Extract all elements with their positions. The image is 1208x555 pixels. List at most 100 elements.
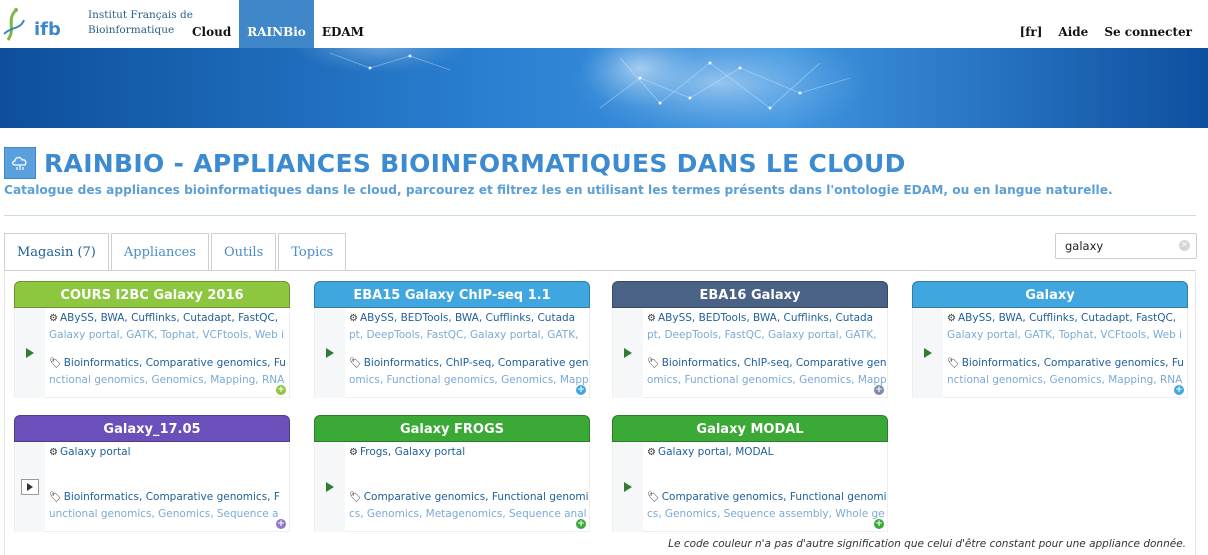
nav-cloud[interactable]: Cloud xyxy=(184,0,239,48)
play-icon xyxy=(26,348,34,358)
launch-appliance-button[interactable] xyxy=(913,308,943,398)
topics-line2[interactable]: omics, Functional genomics, Genomics, Ma… xyxy=(647,374,887,386)
appliance-tools: ⚙ Galaxy portal, MODAL xyxy=(647,444,887,476)
tab-outils[interactable]: Outils xyxy=(211,233,277,270)
appliance-body: ⚙ Frogs, Galaxy portal 🏷 Comparative genomi… xyxy=(314,442,590,532)
gear-icon: ⚙ xyxy=(349,313,358,324)
tools-line1[interactable]: ABySS, BWA, Cufflinks, Cutadapt, FastQC, xyxy=(60,312,278,324)
appliance-card[interactable]: Galaxy MODAL ⚙ Galaxy portal, MODAL 🏷 Compar… xyxy=(612,415,888,532)
play-icon xyxy=(924,348,932,358)
gear-icon: ⚙ xyxy=(947,313,956,324)
appliance-tools: ⚙ ABySS, BWA, Cufflinks, Cutadapt, FastQC… xyxy=(49,310,289,342)
topics-line1[interactable]: Bioinformatics, ChIP-seq, Comparative ge… xyxy=(364,357,589,369)
tools-line1[interactable]: ABySS, BEDTools, BWA, Cufflinks, Cutada xyxy=(360,312,575,324)
page-title: RAINBIO - APPLIANCES BIOINFORMATIQUES DA… xyxy=(44,148,906,178)
expand-plus-icon[interactable]: + xyxy=(276,519,286,529)
appliance-title[interactable]: EBA15 Galaxy ChIP-seq 1.1 xyxy=(314,281,590,308)
gear-icon: ⚙ xyxy=(349,447,358,458)
tools-line1[interactable]: ABySS, BEDTools, BWA, Cufflinks, Cutada xyxy=(658,312,873,324)
cloud-banner xyxy=(0,48,1208,128)
appliance-card[interactable]: EBA15 Galaxy ChIP-seq 1.1 ⚙ ABySS, BEDTool… xyxy=(314,281,590,398)
expand-plus-icon[interactable]: + xyxy=(576,519,586,529)
appliance-title[interactable]: Galaxy MODAL xyxy=(612,415,888,442)
tag-icon: 🏷 xyxy=(947,358,960,369)
tab-appliances[interactable]: Appliances xyxy=(110,233,210,270)
appliance-card[interactable]: EBA16 Galaxy ⚙ ABySS, BEDTools, BWA, Cuffl… xyxy=(612,281,888,398)
main-nav: Cloud RAINBio EDAM xyxy=(184,0,372,48)
topics-line2[interactable]: unctional genomics, Genomics, Sequence a xyxy=(49,508,278,520)
appliance-tools: ⚙ ABySS, BWA, Cufflinks, Cutadapt, FastQC… xyxy=(947,310,1187,342)
appliance-card[interactable]: Galaxy FROGS ⚙ Frogs, Galaxy portal 🏷 Compar… xyxy=(314,415,590,532)
nav-edam[interactable]: EDAM xyxy=(314,0,372,48)
topics-line2[interactable]: nctional genomics, Genomics, Mapping, RN… xyxy=(947,374,1182,386)
topics-line2[interactable]: nctional genomics, Genomics, Mapping, RN… xyxy=(49,374,284,386)
launch-appliance-button[interactable] xyxy=(613,442,643,532)
appliance-title[interactable]: Galaxy FROGS xyxy=(314,415,590,442)
appliance-topics: 🏷 Bioinformatics, Comparative genomics, F… xyxy=(947,355,1187,387)
search-value: galaxy xyxy=(1065,239,1104,253)
search-input[interactable]: galaxy × xyxy=(1055,233,1197,259)
tools-line1[interactable]: ABySS, BWA, Cufflinks, Cutadapt, FastQC, xyxy=(958,312,1176,324)
appliance-body: ⚙ ABySS, BWA, Cufflinks, Cutadapt, FastQC… xyxy=(912,308,1188,398)
appliance-topics: 🏷 Bioinformatics, ChIP-seq, Comparative g… xyxy=(349,355,589,387)
tools-line1[interactable]: Galaxy portal xyxy=(60,446,131,458)
topics-line1[interactable]: Bioinformatics, Comparative genomics, F xyxy=(64,491,280,503)
launch-appliance-button[interactable] xyxy=(15,442,45,532)
tools-line1[interactable]: Frogs, Galaxy portal xyxy=(360,446,465,458)
launch-appliance-button[interactable] xyxy=(315,308,345,398)
tools-line2[interactable]: pt, DeepTools, FastQC, Galaxy portal, GA… xyxy=(647,329,876,341)
appliance-body: ⚙ ABySS, BEDTools, BWA, Cufflinks, Cutada… xyxy=(314,308,590,398)
launch-appliance-button[interactable] xyxy=(315,442,345,532)
topics-line2[interactable]: cs, Genomics, Metagenomics, Sequence ana… xyxy=(349,508,587,520)
tab-topics[interactable]: Topics xyxy=(278,233,347,270)
language-switch[interactable]: [fr] xyxy=(1012,0,1051,48)
tab-magasin[interactable]: Magasin (7) xyxy=(4,233,109,270)
topics-line1[interactable]: Bioinformatics, Comparative genomics, Fu xyxy=(64,357,286,369)
tools-line1[interactable]: Galaxy portal, MODAL xyxy=(658,446,774,458)
svg-text:ifb: ifb xyxy=(34,19,61,40)
color-footnote: Le code couleur n'a pas d'autre signific… xyxy=(668,538,1186,550)
topics-line1[interactable]: Comparative genomics, Functional genomi xyxy=(364,491,589,503)
logo-text-line2: Bioinformatique xyxy=(88,24,175,36)
play-icon xyxy=(624,482,632,492)
divider xyxy=(4,215,1196,216)
clear-search-icon[interactable]: × xyxy=(1179,240,1190,251)
topics-line1[interactable]: Comparative genomics, Functional genomi xyxy=(662,491,887,503)
appliance-card[interactable]: Galaxy ⚙ ABySS, BWA, Cufflinks, Cutadapt, … xyxy=(912,281,1188,398)
user-nav: [fr] Aide Se connecter xyxy=(1012,0,1200,48)
launch-appliance-button[interactable] xyxy=(613,308,643,398)
appliance-title[interactable]: COURS I2BC Galaxy 2016 xyxy=(14,281,290,308)
appliance-body: ⚙ ABySS, BWA, Cufflinks, Cutadapt, FastQC… xyxy=(14,308,290,398)
expand-plus-icon[interactable]: + xyxy=(576,385,586,395)
expand-plus-icon[interactable]: + xyxy=(1174,385,1184,395)
tag-icon: 🏷 xyxy=(349,358,362,369)
appliance-title[interactable]: EBA16 Galaxy xyxy=(612,281,888,308)
topics-line1[interactable]: Bioinformatics, ChIP-seq, Comparative ge… xyxy=(662,357,887,369)
appliance-tools: ⚙ ABySS, BEDTools, BWA, Cufflinks, Cutada… xyxy=(647,310,887,342)
tools-line2[interactable]: pt, DeepTools, FastQC, Galaxy portal, GA… xyxy=(349,329,578,341)
play-button-box[interactable] xyxy=(21,479,39,495)
expand-plus-icon[interactable]: + xyxy=(874,519,884,529)
appliance-title[interactable]: Galaxy xyxy=(912,281,1188,308)
topics-line2[interactable]: omics, Functional genomics, Genomics, Ma… xyxy=(349,374,589,386)
launch-appliance-button[interactable] xyxy=(15,308,45,398)
tag-icon: 🏷 xyxy=(49,358,62,369)
tools-line2[interactable]: Galaxy portal, GATK, Tophat, VCFtools, W… xyxy=(947,329,1182,341)
login-link[interactable]: Se connecter xyxy=(1096,0,1200,48)
top-navbar: ifb Institut Français de Bioinformatique… xyxy=(0,0,1208,48)
topics-line1[interactable]: Bioinformatics, Comparative genomics, Fu xyxy=(962,357,1184,369)
help-link[interactable]: Aide xyxy=(1050,0,1096,48)
nav-rainbio[interactable]: RAINBio xyxy=(239,0,314,48)
gear-icon: ⚙ xyxy=(647,313,656,324)
ifb-logo[interactable]: ifb xyxy=(2,4,72,44)
appliance-card[interactable]: Galaxy_17.05 ⚙ Galaxy portal 🏷 Bioinformatic… xyxy=(14,415,290,532)
expand-plus-icon[interactable]: + xyxy=(874,385,884,395)
tab-bar: Magasin (7) Appliances Outils Topics xyxy=(4,233,348,270)
appliance-card[interactable]: COURS I2BC Galaxy 2016 ⚙ ABySS, BWA, Cuffl… xyxy=(14,281,290,398)
tools-line2[interactable]: Galaxy portal, GATK, Tophat, VCFtools, W… xyxy=(49,329,284,341)
appliance-title[interactable]: Galaxy_17.05 xyxy=(14,415,290,442)
appliance-body: ⚙ Galaxy portal, MODAL 🏷 Comparative genomi… xyxy=(612,442,888,532)
topics-line2[interactable]: cs, Genomics, Sequence assembly, Whole g… xyxy=(647,508,885,520)
expand-plus-icon[interactable]: + xyxy=(276,385,286,395)
appliance-body: ⚙ ABySS, BEDTools, BWA, Cufflinks, Cutada… xyxy=(612,308,888,398)
